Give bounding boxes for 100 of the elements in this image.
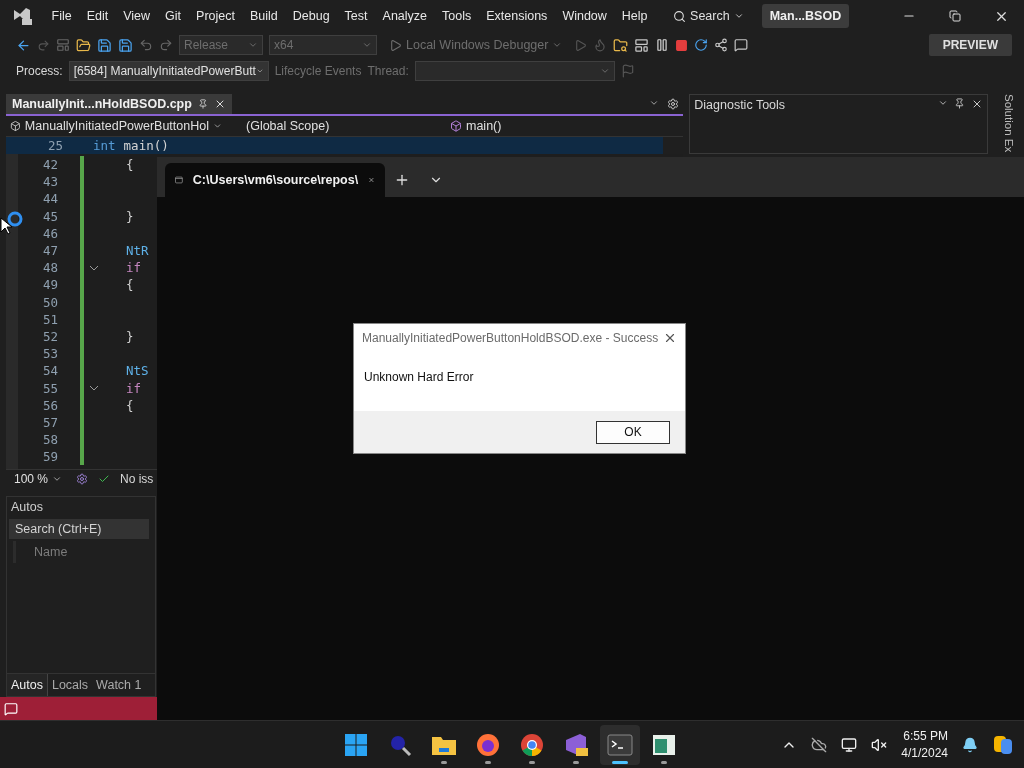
- settings-icon[interactable]: [667, 98, 680, 110]
- menu-item[interactable]: Project: [188, 9, 243, 23]
- line-number: 47: [41, 243, 58, 259]
- line-number: 51: [41, 311, 58, 327]
- terminal-tab[interactable]: C:\Users\vm6\source\repos\: [165, 163, 385, 197]
- new-item-icon[interactable]: [56, 38, 70, 52]
- process-label: Process:: [16, 64, 63, 78]
- undo-icon[interactable]: [139, 38, 153, 52]
- member-dropdown[interactable]: main(): [446, 119, 666, 133]
- side-panel-tab[interactable]: Solution Ex: [1003, 94, 1016, 153]
- code-text: NtS: [126, 363, 149, 379]
- caret-icon: [212, 121, 222, 131]
- mouse-pointer-icon: [0, 217, 12, 235]
- project-icon: [10, 120, 21, 132]
- pin-icon: [197, 99, 208, 109]
- thread-label: Thread:: [367, 64, 409, 78]
- line-number: 43: [41, 174, 58, 190]
- menu-item[interactable]: Extensions: [478, 9, 555, 23]
- caret-icon: [552, 40, 563, 50]
- panel-title: Diagnostic Tools: [694, 98, 786, 112]
- line-number: 44: [41, 191, 58, 207]
- scope-dropdown[interactable]: (Global Scope): [226, 119, 446, 133]
- caret-icon: [599, 66, 610, 76]
- line-number: 54: [41, 363, 58, 379]
- windows-logo-icon: [344, 732, 368, 757]
- pause-icon[interactable]: [655, 38, 670, 52]
- panel-tab[interactable]: Locals: [47, 674, 93, 696]
- monitor-icon[interactable]: [841, 736, 858, 753]
- speaker-muted-icon[interactable]: [871, 736, 888, 753]
- panel-tab[interactable]: Watch 1: [92, 674, 146, 696]
- taskbar-app[interactable]: [600, 724, 640, 765]
- fold-chevron-icon[interactable]: [89, 385, 99, 392]
- dialog-title: ManuallyInitiatedPowerButtonHoldBSOD.exe - Success: [362, 331, 659, 345]
- save-icon[interactable]: [97, 37, 112, 53]
- preview-button[interactable]: PREVIEW: [928, 34, 1012, 56]
- share-icon[interactable]: [714, 38, 729, 52]
- menu-item[interactable]: Edit: [79, 9, 116, 23]
- menu-item[interactable]: Build: [242, 9, 286, 23]
- caret-icon: [52, 474, 62, 484]
- restore-icon: [949, 10, 961, 22]
- solution-name: Man...BSOD: [761, 4, 850, 28]
- project-dropdown[interactable]: ManuallyInitiatedPowerButtonHol: [6, 119, 226, 133]
- pin-icon[interactable]: [954, 98, 966, 109]
- close-icon[interactable]: [663, 331, 677, 345]
- line-number: 42: [41, 157, 58, 173]
- gear-icon: [76, 473, 88, 485]
- feedback-icon[interactable]: [734, 38, 749, 52]
- menu-item[interactable]: Help: [614, 9, 656, 23]
- menu-item[interactable]: File: [44, 9, 80, 23]
- search-field[interactable]: Search (Ctrl+E): [9, 519, 149, 539]
- menu-item[interactable]: Debug: [285, 9, 338, 23]
- fold-chevron-icon[interactable]: [89, 264, 99, 271]
- line-number: 45: [41, 208, 58, 224]
- line-number: 56: [41, 397, 58, 413]
- check-icon: [98, 473, 110, 485]
- folder-search-icon[interactable]: [613, 37, 629, 53]
- line-number: 58: [41, 432, 58, 448]
- process-dropdown[interactable]: [6584] ManuallyInitiatedPowerButt: [68, 61, 269, 81]
- code-text: }: [126, 328, 134, 344]
- menu-item[interactable]: Window: [554, 9, 615, 23]
- document-tab[interactable]: ManuallyInit...nHoldBSOD.cpp: [6, 94, 232, 114]
- line-number: 57: [41, 414, 58, 430]
- menu-item[interactable]: View: [115, 9, 158, 23]
- caret-icon[interactable]: [938, 98, 949, 108]
- window-app-icon: [652, 733, 676, 756]
- caret-icon: [733, 11, 744, 21]
- cloud-off-icon[interactable]: [811, 736, 828, 753]
- code-text: if: [126, 260, 142, 276]
- panel-title: Autos: [10, 499, 44, 516]
- menu-item[interactable]: Test: [337, 9, 376, 23]
- issues-status: No iss: [120, 472, 154, 486]
- line-number: 59: [41, 449, 58, 465]
- plus-icon: [394, 172, 410, 188]
- line-number: 48: [41, 260, 58, 276]
- open-folder-icon[interactable]: [76, 37, 91, 53]
- browser-circle-icon: [520, 732, 544, 757]
- cube-icon: [450, 120, 462, 132]
- back-icon[interactable]: [16, 37, 31, 53]
- caret-icon[interactable]: [649, 98, 660, 108]
- search-button[interactable]: Search: [669, 9, 748, 23]
- code-text: }: [126, 208, 134, 224]
- menu-item[interactable]: Tools: [434, 9, 479, 23]
- play-icon: [389, 38, 402, 52]
- save-all-icon[interactable]: [118, 37, 133, 53]
- loading-ring-icon: [7, 211, 23, 227]
- code-text: {: [126, 397, 134, 413]
- stop-icon[interactable]: [675, 38, 689, 52]
- menu-item[interactable]: Git: [157, 9, 189, 23]
- restart-icon[interactable]: [694, 38, 709, 52]
- panel-tab[interactable]: Autos: [7, 674, 48, 696]
- ok-button[interactable]: OK: [596, 420, 670, 444]
- clock[interactable]: 6:55 PM 4/1/2024: [901, 727, 948, 762]
- console-icon: [175, 173, 183, 187]
- bell-icon[interactable]: [962, 736, 978, 753]
- zoom-dropdown[interactable]: 100 %: [10, 469, 66, 489]
- window-layout-icon[interactable]: [634, 37, 650, 53]
- comment-icon[interactable]: [4, 701, 18, 716]
- menu-item[interactable]: Analyze: [375, 9, 435, 23]
- line-number: 49: [41, 277, 58, 293]
- redo-icon[interactable]: [159, 38, 173, 52]
